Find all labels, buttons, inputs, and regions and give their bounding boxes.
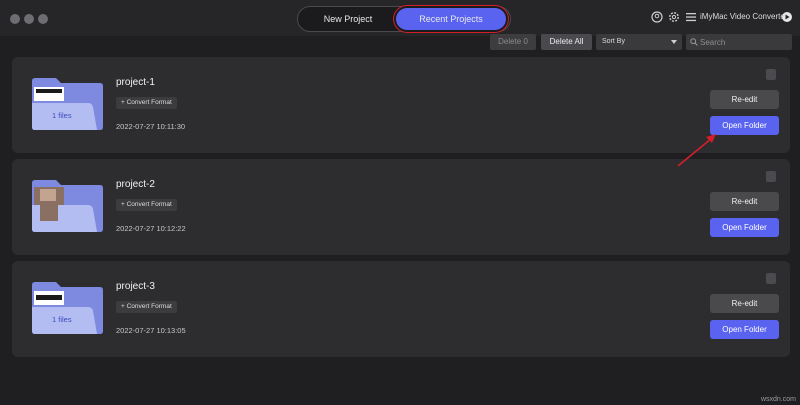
trash-icon[interactable] (766, 171, 776, 182)
project-date: 2022-07-27 10:13:05 (116, 326, 186, 335)
project-folder[interactable]: 1 files (30, 281, 104, 337)
project-task-tag: + Convert Format (116, 97, 177, 109)
menu-icon[interactable] (685, 11, 697, 23)
project-card: 1 files project-3 + Convert Format 2022-… (12, 261, 790, 357)
gear-icon[interactable] (668, 11, 680, 23)
app-logo-icon (782, 12, 792, 22)
trash-icon[interactable] (766, 273, 776, 284)
project-name: project-3 (116, 281, 155, 292)
files-count: 1 files (52, 315, 72, 324)
close-window-icon[interactable] (10, 14, 20, 24)
tab-switcher: New Project Recent Projects (297, 6, 511, 32)
project-date: 2022-07-27 10:11:30 (116, 122, 186, 131)
minimize-window-icon[interactable] (24, 14, 34, 24)
project-task-tag: + Convert Format (116, 301, 177, 313)
search-input[interactable] (700, 34, 788, 50)
re-edit-button[interactable]: Re-edit (710, 294, 779, 313)
project-task-tag: + Convert Format (116, 199, 177, 211)
account-icon[interactable] (651, 11, 663, 23)
project-card: project-2 + Convert Format 2022-07-27 10… (12, 159, 790, 255)
folder-icon (32, 282, 103, 334)
app-name: iMyMac Video Converter (700, 12, 788, 21)
tab-recent-projects[interactable]: Recent Projects (396, 8, 506, 30)
open-folder-button[interactable]: Open Folder (710, 116, 779, 135)
tab-new-project[interactable]: New Project (302, 8, 394, 30)
delete-selected-button[interactable]: Delete 0 (490, 34, 536, 50)
project-folder[interactable]: 1 files (30, 77, 104, 133)
maximize-window-icon[interactable] (38, 14, 48, 24)
files-count: 1 files (52, 111, 72, 120)
project-date: 2022-07-27 10:12:22 (116, 224, 186, 233)
re-edit-button[interactable]: Re-edit (710, 90, 779, 109)
chevron-down-icon (671, 40, 677, 44)
sort-by-dropdown[interactable]: Sort By (596, 34, 682, 50)
re-edit-button[interactable]: Re-edit (710, 192, 779, 211)
annotation-arrow-icon (677, 134, 716, 167)
project-name: project-1 (116, 77, 155, 88)
search-box (686, 34, 792, 50)
open-folder-button[interactable]: Open Folder (710, 218, 779, 237)
project-folder[interactable] (30, 179, 104, 235)
folder-icon (32, 180, 103, 232)
trash-icon[interactable] (766, 69, 776, 80)
project-name: project-2 (116, 179, 155, 190)
open-folder-button[interactable]: Open Folder (710, 320, 779, 339)
folder-icon (32, 78, 103, 130)
sort-by-label: Sort By (602, 38, 625, 45)
watermark: wsxdn.com (760, 396, 796, 403)
title-bar: New Project Recent Projects iMyMac Video… (0, 0, 800, 36)
search-icon (690, 38, 698, 46)
delete-all-button[interactable]: Delete All (541, 34, 592, 50)
